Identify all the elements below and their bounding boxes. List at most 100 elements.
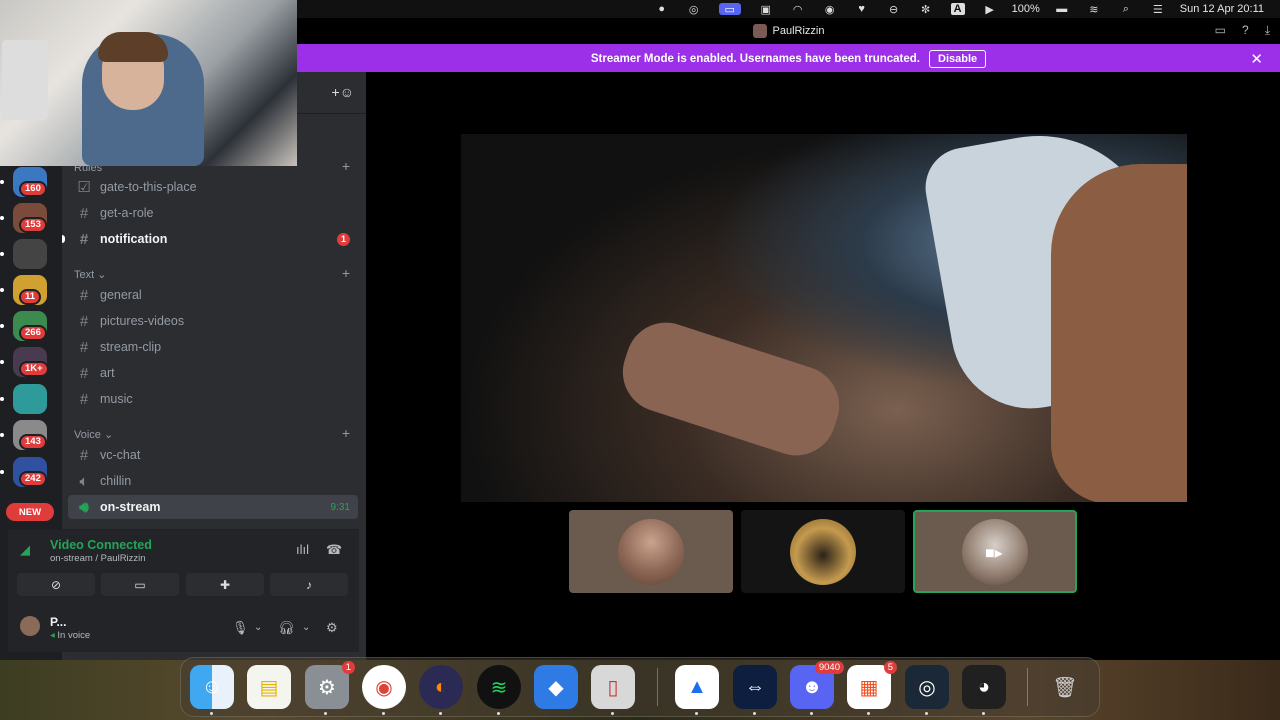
mention-badge: 1 bbox=[337, 232, 350, 246]
avatar bbox=[618, 518, 684, 585]
inbox-icon[interactable]: ▭ bbox=[1215, 23, 1226, 38]
screen-share-button[interactable]: ▭ bbox=[101, 573, 179, 596]
spotify-icon[interactable]: ≋ bbox=[477, 665, 521, 709]
webcam-content bbox=[2, 40, 48, 120]
server-icon[interactable] bbox=[13, 239, 47, 269]
gear-menu-icon[interactable]: ✼ bbox=[919, 3, 933, 16]
activities-icon: ✚ bbox=[219, 577, 231, 592]
headphones-icon[interactable]: 🎧︎ bbox=[278, 620, 295, 636]
finder-icon[interactable]: ☺ bbox=[190, 665, 234, 709]
focus-icon[interactable]: ⊖ bbox=[887, 3, 901, 16]
help-icon[interactable]: ? bbox=[1242, 23, 1249, 38]
teamviewer-icon[interactable]: ⇔ bbox=[733, 665, 777, 709]
steam-icon[interactable]: ◎ bbox=[905, 665, 949, 709]
screen-share-icon: ▭ bbox=[134, 577, 146, 592]
unread-indicator bbox=[0, 433, 4, 437]
gear-icon[interactable]: ⚙ bbox=[326, 620, 338, 636]
channel-label: stream-clip bbox=[100, 340, 162, 354]
discord-icon[interactable]: ☻ 9040 bbox=[790, 661, 844, 709]
category-voice[interactable]: Voice ⌄ bbox=[74, 428, 113, 441]
speaker-icon: 🔊︎ bbox=[79, 498, 89, 516]
soundboard-button[interactable]: ♪ bbox=[270, 573, 348, 596]
unread-indicator bbox=[62, 235, 65, 243]
participant-tile[interactable] bbox=[741, 510, 905, 593]
participant-tile[interactable] bbox=[569, 510, 733, 593]
download-icon[interactable]: ⤓ bbox=[1265, 23, 1270, 38]
obs-icon[interactable]: ◕ bbox=[962, 665, 1006, 709]
microphone-icon[interactable]: 🎙︎ bbox=[232, 620, 249, 636]
display-icon[interactable]: ▣ bbox=[759, 3, 773, 16]
server-icon[interactable] bbox=[13, 384, 47, 414]
record-icon[interactable]: ● bbox=[655, 3, 669, 15]
avatar[interactable] bbox=[20, 616, 40, 636]
add-channel-icon[interactable]: + bbox=[342, 158, 350, 174]
notification-badge: 5 bbox=[883, 661, 897, 674]
channel-general[interactable]: # general bbox=[68, 283, 358, 307]
voice-channel-on-stream[interactable]: 🔊︎ on-stream 9:31 bbox=[68, 495, 358, 519]
channel-vc-chat[interactable]: # vc-chat bbox=[68, 443, 358, 467]
server-badge: 266 bbox=[19, 325, 47, 341]
hash-icon: # bbox=[79, 312, 89, 330]
play-icon[interactable]: ▶ bbox=[983, 3, 997, 16]
disconnect-icon[interactable]: ☎ bbox=[326, 542, 342, 558]
roblox-icon[interactable]: ◆ bbox=[534, 665, 578, 709]
channel-gate-to-this-place[interactable]: ☑ gate-to-this-place bbox=[68, 175, 358, 199]
unread-indicator bbox=[0, 216, 4, 220]
channel-stream-clip[interactable]: # stream-clip bbox=[68, 335, 358, 359]
heart-icon[interactable]: ♥ bbox=[855, 3, 869, 15]
server-badge: 242 bbox=[19, 471, 47, 487]
add-channel-icon[interactable]: + bbox=[342, 425, 350, 441]
running-indicator bbox=[982, 712, 985, 715]
control-center-icon[interactable]: ☰ bbox=[1151, 3, 1165, 16]
signal-icon[interactable]: ◢ bbox=[20, 542, 30, 558]
category-text[interactable]: Text ⌄ bbox=[74, 268, 106, 281]
channel-notification[interactable]: # notification 1 bbox=[62, 227, 358, 251]
streamer-mode-banner: Streamer Mode is enabled. Usernames have… bbox=[297, 44, 1280, 73]
disable-button[interactable]: Disable bbox=[929, 49, 987, 68]
firefox-icon[interactable]: ◐ bbox=[419, 665, 463, 709]
username[interactable]: P... bbox=[50, 615, 66, 629]
channel-label: pictures-videos bbox=[100, 314, 185, 328]
iphone-mirroring-icon[interactable]: ▯ bbox=[591, 665, 635, 709]
checkbox-icon: ☑ bbox=[77, 179, 91, 196]
camera-off-button[interactable]: ⊘ bbox=[17, 573, 95, 596]
microsoft-store-icon[interactable]: ▦ 5 bbox=[847, 661, 897, 709]
new-servers-badge[interactable]: NEW bbox=[6, 503, 54, 521]
activities-button[interactable]: ✚ bbox=[186, 573, 264, 596]
channel-art[interactable]: # art bbox=[68, 361, 358, 385]
noise-suppression-icon[interactable]: ılıl bbox=[296, 542, 309, 557]
nordvpn-icon[interactable]: ▲ bbox=[675, 665, 719, 709]
battery-icon[interactable]: ▬ bbox=[1055, 3, 1069, 15]
input-source-icon[interactable]: A bbox=[950, 3, 965, 15]
wifi-icon[interactable]: ≋ bbox=[1087, 3, 1101, 16]
screen-share-icon[interactable]: ▭ bbox=[718, 3, 741, 16]
hash-icon: # bbox=[79, 338, 89, 356]
chrome-icon[interactable]: ◉ bbox=[362, 665, 406, 709]
chevron-down-icon[interactable]: ⌄ bbox=[302, 622, 310, 633]
status-icon[interactable]: ◉ bbox=[823, 3, 837, 16]
battery-percent[interactable]: 100% bbox=[1012, 3, 1040, 15]
participant-tile-active[interactable]: ■▸ bbox=[913, 510, 1077, 593]
channel-get-a-role[interactable]: # get-a-role bbox=[68, 201, 358, 225]
wifi-menu-icon[interactable]: ◠ bbox=[791, 3, 805, 16]
main-video-stream[interactable] bbox=[461, 134, 1187, 502]
user-status: ◂ In voice bbox=[50, 630, 91, 641]
window-title: PaulRizzin bbox=[772, 25, 825, 37]
chevron-down-icon[interactable]: ⌄ bbox=[254, 622, 262, 633]
server-badge: 1K+ bbox=[19, 361, 49, 377]
video-camera-icon: ■▸ bbox=[985, 544, 1003, 562]
close-icon[interactable]: ✕ bbox=[1250, 50, 1263, 68]
voice-channel-chillin[interactable]: 🔈︎ chillin bbox=[68, 469, 358, 493]
video-content bbox=[1051, 164, 1187, 502]
clock[interactable]: Sun 12 Apr 20:11 bbox=[1180, 3, 1264, 15]
notes-icon[interactable]: ▤ bbox=[247, 665, 291, 709]
system-settings-icon[interactable]: ⚙ 1 bbox=[305, 661, 355, 709]
add-channel-icon[interactable]: + bbox=[342, 265, 350, 281]
trash-icon[interactable]: 🗑︎ bbox=[1043, 665, 1087, 709]
channel-music[interactable]: # music bbox=[68, 387, 358, 411]
running-indicator bbox=[382, 712, 385, 715]
unread-indicator bbox=[0, 470, 4, 474]
airdrop-icon[interactable]: ◎ bbox=[687, 3, 701, 16]
channel-pictures-videos[interactable]: # pictures-videos bbox=[68, 309, 358, 333]
search-icon[interactable]: ⌕ bbox=[1119, 3, 1133, 15]
